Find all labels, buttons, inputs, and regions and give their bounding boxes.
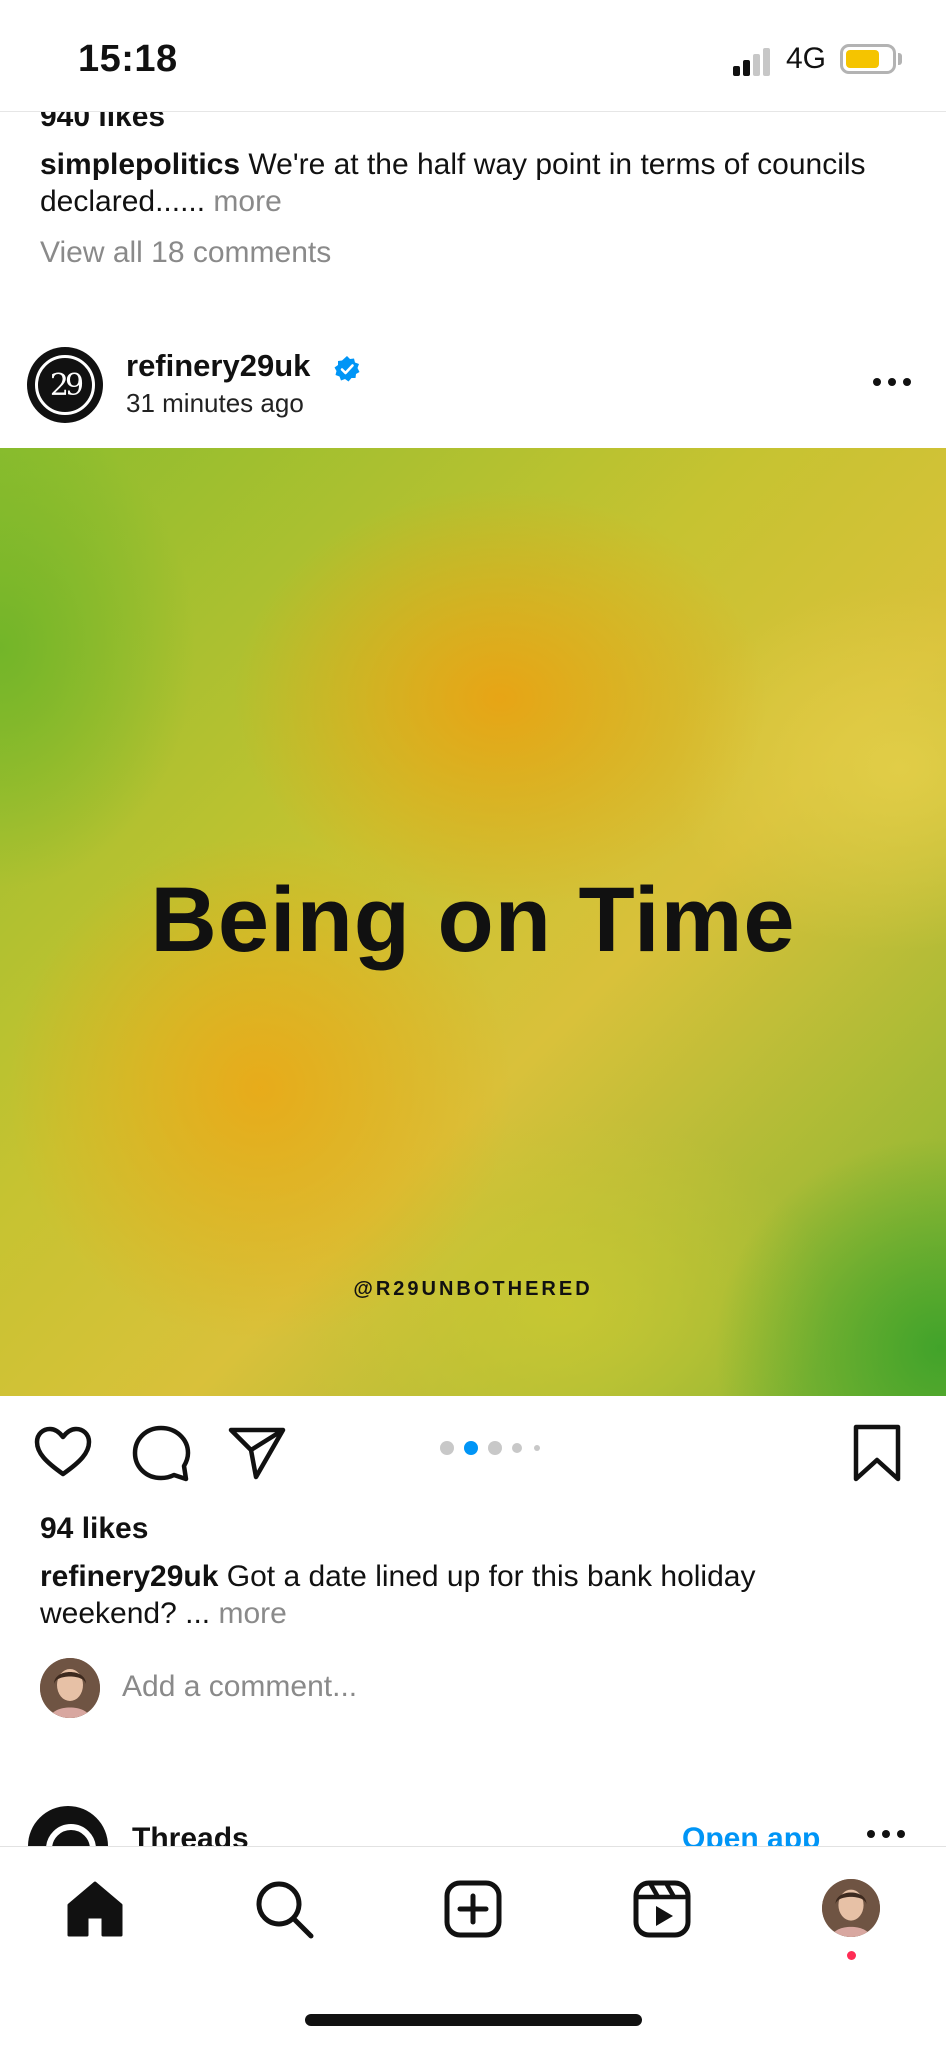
caption-more-link[interactable]: more — [210, 1597, 286, 1630]
carousel-dot — [534, 1445, 540, 1451]
refinery29-logo: 29 — [35, 355, 95, 415]
home-indicator[interactable] — [305, 2014, 642, 2026]
create-post-icon[interactable] — [441, 1877, 505, 1941]
network-type: 4G — [786, 42, 827, 75]
battery-icon — [840, 44, 896, 74]
caption-username[interactable]: simplepolitics — [40, 148, 240, 181]
post-caption: refinery29uk Got a date lined up for thi… — [40, 1558, 880, 1632]
battery-cap — [898, 53, 902, 65]
view-all-comments-link[interactable]: View all 18 comments — [40, 236, 331, 270]
caption-username[interactable]: refinery29uk — [40, 1560, 218, 1593]
post-username[interactable]: refinery29uk — [126, 348, 310, 384]
threads-more-options-icon[interactable] — [866, 1828, 906, 1840]
carousel-dot — [440, 1441, 454, 1455]
like-heart-icon[interactable] — [32, 1422, 94, 1484]
home-icon[interactable] — [63, 1877, 127, 1941]
verified-badge-icon — [334, 356, 360, 382]
image-title-text: Being on Time — [150, 869, 796, 971]
status-time: 15:18 — [78, 38, 178, 80]
search-icon[interactable] — [252, 1877, 316, 1941]
cellular-signal-icon — [733, 46, 773, 76]
carousel-dot — [488, 1441, 502, 1455]
post-image[interactable]: Being on Time @R29UNBOTHERED — [0, 448, 946, 1396]
threads-name[interactable]: Threads — [132, 1822, 249, 1846]
image-handle-text: @R29UNBOTHERED — [353, 1278, 593, 1300]
current-user-avatar — [40, 1658, 100, 1718]
carousel-indicator — [440, 1440, 560, 1456]
profile-avatar[interactable] — [822, 1879, 880, 1937]
caption-more-link[interactable]: more — [205, 185, 281, 218]
open-app-button[interactable]: Open app — [682, 1822, 820, 1846]
post-author-avatar[interactable]: 29 — [27, 347, 103, 423]
threads-suggestion: Threads Open app — [0, 1790, 946, 1846]
post-timestamp: 31 minutes ago — [126, 388, 304, 418]
carousel-dot — [512, 1443, 522, 1453]
reels-icon[interactable] — [630, 1877, 694, 1941]
notification-dot — [847, 1951, 856, 1960]
status-bar: 15:18 4G — [0, 0, 946, 112]
save-bookmark-icon[interactable] — [846, 1422, 908, 1484]
post-likes-count[interactable]: 94 likes — [40, 1512, 148, 1546]
threads-logo-icon[interactable] — [28, 1806, 108, 1846]
add-comment-input[interactable]: Add a comment... — [122, 1670, 357, 1704]
more-options-icon[interactable] — [872, 376, 912, 388]
previous-post-caption: simplepolitics We're at the half way poi… — [40, 146, 880, 220]
share-send-icon[interactable] — [226, 1422, 288, 1484]
carousel-dot — [464, 1441, 478, 1455]
comment-icon[interactable] — [130, 1422, 192, 1484]
battery-level — [846, 50, 879, 68]
